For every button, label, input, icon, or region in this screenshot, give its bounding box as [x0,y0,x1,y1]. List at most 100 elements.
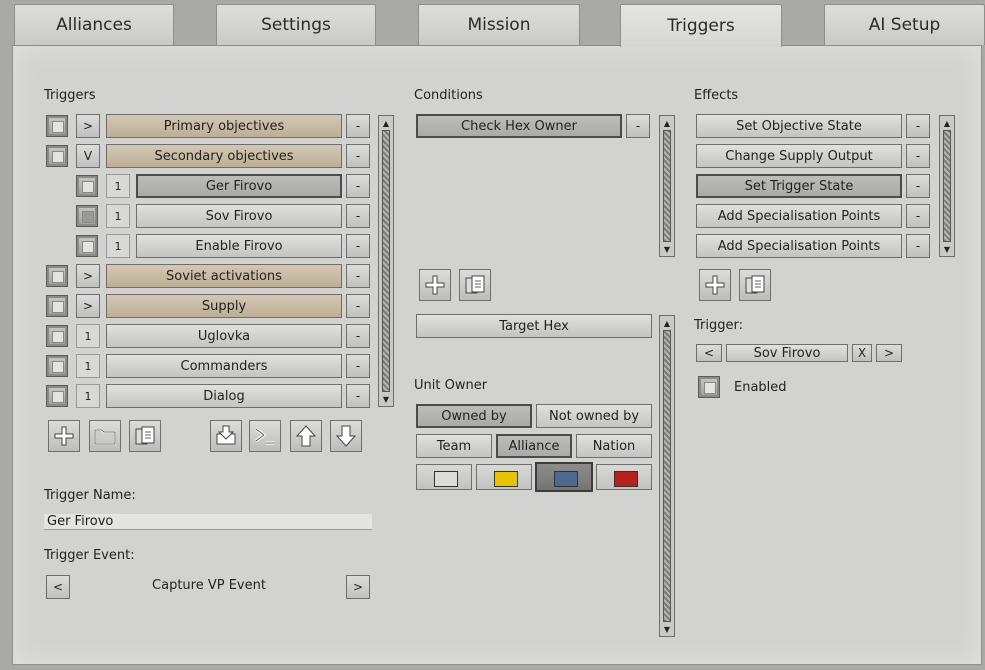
trigger-enabled-checkbox[interactable] [46,265,68,287]
conditions-scrollbar[interactable]: ▲ ▼ [659,115,675,257]
trigger-enabled-checkbox[interactable] [46,145,68,167]
scroll-down-arrow[interactable]: ▼ [940,242,954,256]
trigger-enabled-checkbox[interactable] [76,205,98,227]
tab-alliances[interactable]: Alliances [14,4,174,45]
trigger-item[interactable]: Soviet activations [106,264,342,288]
add-condition-button[interactable] [419,269,451,301]
color-swatch-red[interactable] [596,464,652,490]
scroll-track[interactable] [943,130,951,242]
effect-remove-button[interactable]: - [906,204,930,228]
condition-detail-scrollbar[interactable]: ▲ ▼ [659,315,675,637]
trigger-enabled-checkbox[interactable] [46,355,68,377]
condition-remove-button[interactable]: - [626,114,650,138]
effect-remove-button[interactable]: - [906,234,930,258]
copy-effect-button[interactable] [739,269,771,301]
trigger-remove-button[interactable]: - [346,354,370,378]
alliance-toggle[interactable]: Alliance [496,434,572,458]
color-swatch-blue[interactable] [535,462,593,492]
scroll-up-arrow[interactable]: ▲ [940,116,954,130]
trigger-remove-button[interactable]: - [346,234,370,258]
trigger-item[interactable]: Secondary objectives [106,144,342,168]
scroll-up-arrow[interactable]: ▲ [660,116,674,130]
trigger-item[interactable]: Enable Firovo [136,234,342,258]
trigger-expander[interactable]: > [76,114,100,138]
folder-icon [94,429,116,445]
add-folder-button[interactable] [89,420,121,452]
effect-trigger-value[interactable]: Sov Firovo [726,344,848,362]
trigger-remove-button[interactable]: - [346,324,370,348]
effect-remove-button[interactable]: - [906,144,930,168]
trigger-enabled-checkbox[interactable] [76,175,98,197]
trigger-enabled-checkbox[interactable] [46,325,68,347]
scroll-down-arrow[interactable]: ▼ [660,242,674,256]
trigger-item[interactable]: Primary objectives [106,114,342,138]
trigger-name-input[interactable]: Ger Firovo [44,514,372,530]
effect-remove-button[interactable]: - [906,114,930,138]
nation-toggle[interactable]: Nation [576,434,652,458]
scroll-up-arrow[interactable]: ▲ [660,316,674,330]
effect-item[interactable]: Set Trigger State [696,174,902,198]
owned-by-toggle[interactable]: Owned by [416,404,532,428]
tab-triggers[interactable]: Triggers [620,4,782,47]
scroll-track[interactable] [382,130,390,392]
effect-trigger-prev-button[interactable]: < [696,344,722,362]
effect-item[interactable]: Add Specialisation Points [696,234,902,258]
trigger-remove-button[interactable]: - [346,174,370,198]
effect-item[interactable]: Set Objective State [696,114,902,138]
effect-item[interactable]: Add Specialisation Points [696,204,902,228]
trigger-remove-button[interactable]: - [346,384,370,408]
scroll-track[interactable] [663,330,671,622]
trigger-enabled-checkbox[interactable] [46,295,68,317]
copy-condition-button[interactable] [459,269,491,301]
target-hex-button[interactable]: Target Hex [416,314,652,338]
scroll-up-arrow[interactable]: ▲ [379,116,393,130]
trigger-item[interactable]: Sov Firovo [136,204,342,228]
move-down-button[interactable] [330,420,362,452]
console-button[interactable] [249,420,281,452]
trigger-item[interactable]: Commanders [106,354,342,378]
team-toggle[interactable]: Team [416,434,492,458]
triggers-scrollbar[interactable]: ▲ ▼ [378,115,394,407]
trigger-remove-button[interactable]: - [346,204,370,228]
enabled-checkbox[interactable] [698,376,720,398]
trigger-event-prev-button[interactable]: < [46,575,70,599]
trigger-remove-button[interactable]: - [346,114,370,138]
not-owned-by-toggle[interactable]: Not owned by [536,404,652,428]
trigger-item[interactable]: Supply [106,294,342,318]
effects-scrollbar[interactable]: ▲ ▼ [939,115,955,257]
trigger-remove-button[interactable]: - [346,264,370,288]
trigger-item[interactable]: Uglovka [106,324,342,348]
swatch-color [614,471,638,487]
effect-trigger-next-button[interactable]: > [876,344,902,362]
color-swatch-white[interactable] [416,464,472,490]
effect-trigger-label: Trigger: [694,318,743,333]
trigger-event-next-button[interactable]: > [346,575,370,599]
effect-item[interactable]: Change Supply Output [696,144,902,168]
color-swatch-yellow[interactable] [476,464,532,490]
effect-trigger-clear-button[interactable]: X [852,344,872,362]
import-trigger-button[interactable] [210,420,242,452]
tab-mission[interactable]: Mission [418,4,580,45]
trigger-enabled-checkbox[interactable] [46,115,68,137]
trigger-expander[interactable]: > [76,264,100,288]
trigger-expander[interactable]: V [76,144,100,168]
trigger-item[interactable]: Ger Firovo [136,174,342,198]
tab-settings[interactable]: Settings [216,4,376,45]
effect-remove-button[interactable]: - [906,174,930,198]
trigger-item[interactable]: Dialog [106,384,342,408]
scroll-track[interactable] [663,130,671,242]
trigger-enabled-checkbox[interactable] [46,385,68,407]
trigger-expander[interactable]: > [76,294,100,318]
copy-icon [135,426,155,445]
tab-ai-setup[interactable]: AI Setup [824,4,985,45]
add-effect-button[interactable] [699,269,731,301]
copy-trigger-button[interactable] [129,420,161,452]
trigger-remove-button[interactable]: - [346,144,370,168]
move-up-button[interactable] [290,420,322,452]
add-trigger-button[interactable] [48,420,80,452]
trigger-enabled-checkbox[interactable] [76,235,98,257]
scroll-down-arrow[interactable]: ▼ [379,392,393,406]
trigger-remove-button[interactable]: - [346,294,370,318]
scroll-down-arrow[interactable]: ▼ [660,622,674,636]
condition-item[interactable]: Check Hex Owner [416,114,622,138]
